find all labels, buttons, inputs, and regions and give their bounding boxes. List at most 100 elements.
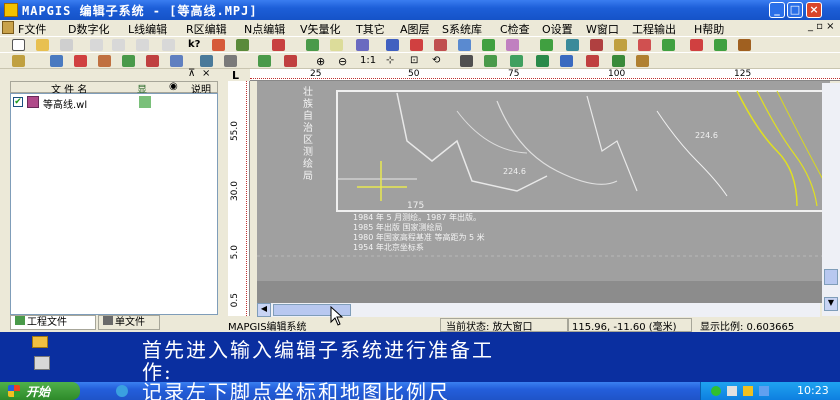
layer-b-icon[interactable] (566, 39, 579, 51)
open-folder-icon[interactable] (36, 39, 49, 51)
menu-area-edit[interactable]: R区编辑 (186, 21, 227, 37)
zoom-out-icon[interactable]: ⊖ (338, 55, 351, 68)
start-button[interactable]: 开始 (0, 382, 80, 400)
delete-tool-icon[interactable] (458, 39, 471, 51)
mdi-controls[interactable]: _ ▫ × (808, 21, 835, 32)
visibility-icon[interactable] (139, 96, 151, 108)
new-file-icon[interactable] (12, 39, 25, 51)
layer-c-icon[interactable] (590, 39, 603, 51)
zoom-in-icon[interactable]: ⊕ (316, 55, 329, 68)
edit-tool-icon[interactable] (356, 39, 369, 51)
scissors-icon[interactable] (50, 55, 63, 67)
reshape-icon[interactable] (146, 55, 159, 67)
menu-layer[interactable]: A图层 (400, 21, 430, 37)
tray-network-icon[interactable] (711, 386, 721, 396)
node-icon[interactable] (122, 55, 135, 67)
copy-icon[interactable] (136, 39, 149, 51)
menu-system-library[interactable]: S系统库 (442, 21, 482, 37)
column-eye-icon[interactable]: ◉ (169, 81, 178, 92)
display-b-icon[interactable] (510, 55, 523, 67)
break-icon[interactable] (98, 55, 111, 67)
display-a-icon[interactable] (484, 55, 497, 67)
tab-single-file[interactable]: 单文件 (98, 315, 160, 330)
maximize-button[interactable]: □ (787, 2, 803, 18)
restore-view-icon[interactable]: ⟲ (432, 55, 445, 67)
close-button[interactable]: × (806, 2, 822, 18)
menu-settings[interactable]: O设置 (542, 21, 573, 37)
display-e-icon[interactable] (586, 55, 599, 67)
move-tool-icon[interactable] (410, 39, 423, 51)
desktop-folder-icon[interactable] (32, 336, 48, 348)
display-f-icon[interactable] (612, 55, 625, 67)
point-tool-icon[interactable] (272, 39, 285, 51)
layer-d-icon[interactable] (614, 39, 627, 51)
layer-h-icon[interactable] (714, 39, 727, 51)
panel-close-icon[interactable]: × (202, 68, 210, 79)
scroll-down-arrow-icon[interactable]: ▼ (824, 297, 838, 311)
area-tool-icon[interactable] (330, 39, 343, 51)
connect-icon[interactable] (74, 55, 87, 67)
modify-tool-icon[interactable] (482, 39, 495, 51)
tray-ime-icon[interactable] (759, 386, 769, 396)
cut-icon[interactable] (112, 39, 125, 51)
menu-window[interactable]: W窗口 (586, 21, 619, 37)
mirror-icon[interactable] (284, 55, 297, 67)
title-bar[interactable]: MAPGIS 编辑子系统 - [等高线.MPJ] _ □ × (0, 0, 840, 20)
layer-a-icon[interactable] (540, 39, 553, 51)
document-menu-icon[interactable] (2, 21, 14, 34)
print-icon[interactable] (212, 39, 225, 51)
minimize-button[interactable]: _ (769, 2, 785, 18)
grid-a-icon[interactable] (200, 55, 213, 67)
refresh-icon[interactable] (460, 55, 473, 67)
menu-other[interactable]: T其它 (356, 21, 385, 37)
menu-help[interactable]: H帮助 (694, 21, 724, 37)
arc-icon[interactable] (170, 55, 183, 67)
scanned-map-image[interactable]: 壮 族 自 治 区 测 绘 局 224.6 224.6 175 1984 年 5… (257, 81, 830, 303)
tab-project-files[interactable]: 工程文件 (10, 315, 96, 330)
menu-file[interactable]: F文件 (18, 21, 46, 37)
scroll-left-arrow-icon[interactable]: ◀ (257, 303, 271, 317)
vertical-scroll-thumb[interactable] (824, 269, 838, 285)
layer-i-icon[interactable] (738, 39, 751, 51)
display-g-icon[interactable] (636, 55, 649, 67)
param-tool-icon[interactable] (506, 39, 519, 51)
desktop-recycle-icon[interactable] (34, 356, 50, 370)
tray-volume-icon[interactable] (727, 386, 737, 396)
help-pointer-icon[interactable]: k? (188, 39, 201, 51)
menu-point-edit[interactable]: N点编辑 (244, 21, 285, 37)
map-title-char: 绘 (303, 159, 313, 170)
tray-security-icon[interactable] (743, 386, 753, 396)
copy-tool-icon[interactable] (434, 39, 447, 51)
save-icon[interactable] (60, 39, 73, 51)
line-tool-icon[interactable] (306, 39, 319, 51)
display-d-icon[interactable] (560, 55, 573, 67)
menu-digitize[interactable]: D数字化 (68, 21, 109, 37)
menu-project-output[interactable]: 工程输出 (632, 21, 676, 37)
menu-vectorize[interactable]: V矢量化 (300, 21, 341, 37)
pan-icon[interactable]: ⊹ (386, 55, 399, 67)
app-icon[interactable] (4, 3, 18, 17)
ruler-tick-marks (246, 81, 248, 316)
select-tool-icon[interactable] (386, 39, 399, 51)
printer-setup-icon[interactable] (236, 39, 249, 51)
menu-line-edit[interactable]: L线编辑 (128, 21, 167, 37)
zoom-one-to-one-button[interactable]: 1:1 (360, 55, 382, 67)
list-item[interactable]: ✔ 等高线.wl (13, 96, 213, 111)
undo-icon[interactable] (162, 39, 175, 51)
window-zoom-icon[interactable]: ⊡ (410, 55, 423, 67)
layer-f-icon[interactable] (662, 39, 675, 51)
menu-check[interactable]: C检查 (500, 21, 530, 37)
quick-launch-ie-icon[interactable] (116, 385, 128, 397)
panel-pin-icon[interactable]: ⊼ (188, 68, 195, 79)
display-c-icon[interactable] (536, 55, 549, 67)
file-checkbox[interactable]: ✔ (13, 97, 23, 107)
rotate-icon[interactable] (258, 55, 271, 67)
grid-b-icon[interactable] (224, 55, 237, 67)
save-all-icon[interactable] (90, 39, 103, 51)
layer-e-icon[interactable] (638, 39, 651, 51)
vertical-scrollbar[interactable]: ▼ (822, 83, 840, 316)
pen-tool-icon[interactable] (12, 55, 25, 67)
ruler-tick-label: 55.0 (230, 121, 240, 142)
layer-g-icon[interactable] (690, 39, 703, 51)
ruler-tick-label: 5.0 (230, 245, 240, 260)
